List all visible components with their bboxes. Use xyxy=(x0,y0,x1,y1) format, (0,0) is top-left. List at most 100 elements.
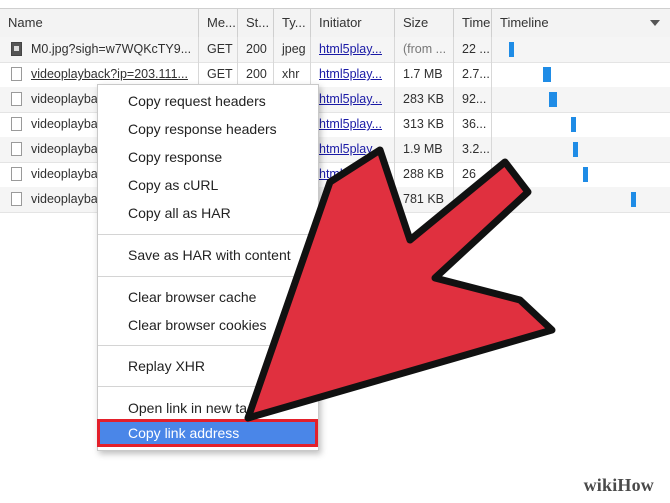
wikihow-watermark: wikiHow xyxy=(583,475,654,495)
menu-item-copy-as-curl[interactable]: Copy as cURL xyxy=(98,171,318,199)
cell-type-text: xhr xyxy=(282,67,300,81)
cell-size-text: 288 KB xyxy=(403,167,445,181)
cell-initiator-text: html5play... xyxy=(319,117,382,131)
cell-method-text: GET xyxy=(207,42,233,56)
file-icon xyxy=(11,142,22,156)
network-panel: Name Me... St... Ty... Initiator Size Ti… xyxy=(0,0,670,503)
column-timeline[interactable]: Timeline xyxy=(492,9,670,37)
column-name[interactable]: Name xyxy=(0,9,199,37)
cell-size-text: 1.9 MB xyxy=(403,142,443,156)
cell-time: 26 xyxy=(454,162,492,187)
timeline-bar xyxy=(543,67,551,82)
cell-status-text: 200 xyxy=(246,42,267,56)
cell-timeline xyxy=(492,37,670,62)
file-icon xyxy=(11,167,22,181)
context-menu: Copy request headers Copy response heade… xyxy=(97,84,319,451)
cell-size: 288 KB xyxy=(395,162,454,187)
request-name: videoplayba xyxy=(31,192,98,206)
menu-item-copy-response-headers[interactable]: Copy response headers xyxy=(98,115,318,143)
column-status[interactable]: St... xyxy=(238,9,274,37)
cell-type: jpeg xyxy=(274,37,311,62)
menu-item-copy-all-as-har[interactable]: Copy all as HAR xyxy=(98,199,318,227)
menu-item-open-link-new-tab[interactable]: Open link in new ta xyxy=(98,394,318,422)
cell-time-text: 22 ... xyxy=(462,42,490,56)
cell-time-text: 2.7... xyxy=(462,67,490,81)
cell-size-text: 283 KB xyxy=(403,92,445,106)
request-name: M0.jpg?sigh=w7WQKcTY9... xyxy=(31,42,192,56)
cell-initiator[interactable]: html5play... xyxy=(311,112,395,137)
column-type[interactable]: Ty... xyxy=(274,9,311,37)
cell-time-text: 26 xyxy=(462,167,476,181)
request-name: videoplayba xyxy=(31,92,98,106)
cell-method: GET xyxy=(199,37,238,62)
cell-initiator-text: html5play... xyxy=(319,92,382,106)
cell-initiator[interactable]: html5p xyxy=(311,162,395,187)
timeline-bar xyxy=(549,92,557,107)
menu-separator xyxy=(98,386,318,387)
menu-separator xyxy=(98,234,318,235)
cell-initiator[interactable]: html5play... xyxy=(311,37,395,62)
column-size[interactable]: Size xyxy=(395,9,454,37)
request-name: videoplayba xyxy=(31,142,98,156)
menu-separator xyxy=(98,276,318,277)
cell-time: 2.7... xyxy=(454,62,492,87)
menu-item-save-as-har[interactable]: Save as HAR with content xyxy=(98,241,318,269)
cell-method-text: GET xyxy=(207,67,233,81)
cell-initiator[interactable] xyxy=(311,187,395,212)
cell-size: 1.9 MB xyxy=(395,137,454,162)
menu-item-copy-response[interactable]: Copy response xyxy=(98,143,318,171)
file-icon xyxy=(11,117,22,131)
menu-item-copy-link-address[interactable]: Copy link address xyxy=(97,419,318,447)
column-header-row: Name Me... St... Ty... Initiator Size Ti… xyxy=(0,8,670,38)
cell-size-text: 313 KB xyxy=(403,117,445,131)
cell-size: 781 KB xyxy=(395,187,454,212)
cell-initiator-text: html5play... xyxy=(319,67,382,81)
column-time[interactable]: Time xyxy=(454,9,492,37)
cell-initiator[interactable]: html5play... xyxy=(311,87,395,112)
request-name: videoplayba xyxy=(31,117,98,131)
cell-timeline xyxy=(492,87,670,112)
cell-timeline xyxy=(492,137,670,162)
timeline-bar xyxy=(583,167,588,182)
timeline-bar xyxy=(573,142,578,157)
cell-initiator[interactable]: html5play... xyxy=(311,137,395,162)
file-icon xyxy=(11,92,22,106)
cell-time: 92... xyxy=(454,87,492,112)
cell-status: 200 xyxy=(238,37,274,62)
file-icon xyxy=(11,192,22,206)
image-file-icon xyxy=(11,42,22,56)
cell-time: 36... xyxy=(454,112,492,137)
cell-size-text: 781 KB xyxy=(403,192,445,206)
cell-initiator-text: html5p xyxy=(319,167,357,181)
cell-time-text: 36... xyxy=(462,117,487,131)
sort-descending-icon[interactable] xyxy=(650,20,660,26)
cell-size: 283 KB xyxy=(395,87,454,112)
menu-item-clear-cache[interactable]: Clear browser cache xyxy=(98,283,318,311)
cell-time-text: 92... xyxy=(462,92,487,106)
column-initiator[interactable]: Initiator xyxy=(311,9,395,37)
cell-timeline xyxy=(492,112,670,137)
table-row[interactable]: M0.jpg?sigh=w7WQKcTY9... GET 200 jpeg html5p… xyxy=(0,37,670,63)
timeline-bar xyxy=(631,192,636,207)
column-timeline-label: Timeline xyxy=(500,15,549,30)
cell-initiator[interactable]: html5play... xyxy=(311,62,395,87)
cell-time xyxy=(454,187,492,212)
timeline-bar xyxy=(509,42,514,57)
menu-item-clear-cookies[interactable]: Clear browser cookies xyxy=(98,311,318,339)
cell-size: (from ... xyxy=(395,37,454,62)
cell-size-text: (from ... xyxy=(403,42,447,56)
cell-status-text: 200 xyxy=(246,67,267,81)
cell-size: 313 KB xyxy=(395,112,454,137)
cell-name[interactable]: M0.jpg?sigh=w7WQKcTY9... xyxy=(0,37,199,62)
menu-item-copy-request-headers[interactable]: Copy request headers xyxy=(98,87,318,115)
request-name: videoplayba xyxy=(31,167,98,181)
menu-item-replay-xhr[interactable]: Replay XHR xyxy=(98,352,318,380)
cell-time: 22 ... xyxy=(454,37,492,62)
cell-time: 3.2... xyxy=(454,137,492,162)
cell-size: 1.7 MB xyxy=(395,62,454,87)
cell-timeline xyxy=(492,162,670,187)
cell-timeline xyxy=(492,62,670,87)
cell-type-text: jpeg xyxy=(282,42,306,56)
column-method[interactable]: Me... xyxy=(199,9,238,37)
cell-timeline xyxy=(492,187,670,212)
